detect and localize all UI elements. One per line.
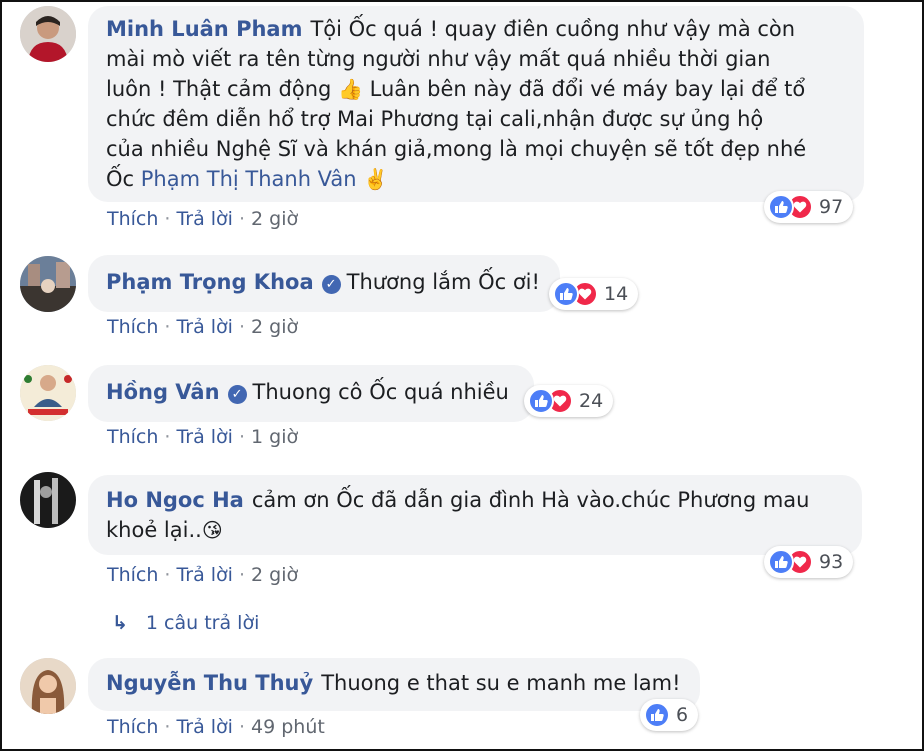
verified-badge-icon: ✓ — [227, 385, 247, 404]
comment-bubble: Hồng Vân ✓ Thuong cô Ốc quá nhiều — [88, 365, 534, 422]
comment-author[interactable]: Nguyễn Thu Thuỷ — [106, 671, 313, 695]
separator: · — [164, 208, 171, 230]
reply-link[interactable]: Trả lời — [176, 316, 233, 338]
like-link[interactable]: Thích — [107, 564, 158, 586]
separator: · — [238, 316, 246, 338]
like-link[interactable]: Thích — [107, 208, 158, 230]
comment-author[interactable]: Phạm Trọng Khoa — [106, 270, 314, 294]
separator: · — [238, 208, 246, 230]
comment-bubble: Phạm Trọng Khoa ✓ Thương lắm Ốc ơi! — [88, 255, 560, 312]
comment-time[interactable]: 2 giờ — [251, 564, 298, 586]
avatar[interactable] — [20, 658, 76, 714]
like-reaction-icon — [768, 194, 794, 220]
comment-actions: Thích · Trả lời · 1 giờ — [107, 426, 298, 448]
comment-time[interactable]: 2 giờ — [251, 208, 298, 230]
comment-author[interactable]: Hồng Vân — [106, 380, 220, 404]
comment-text: Thương lắm Ốc ơi! — [346, 270, 540, 294]
reply-link[interactable]: Trả lời — [176, 426, 233, 448]
replies-count-label: 1 câu trả lời — [145, 612, 260, 634]
comment-text: chức đêm diễn hổ trợ Mai Phương tại cali… — [106, 107, 764, 131]
separator: · — [238, 564, 246, 586]
like-link[interactable]: Thích — [107, 426, 158, 448]
comment-author[interactable]: Minh Luân Pham — [106, 17, 302, 41]
separator: · — [164, 716, 171, 738]
comment-text: khoẻ lại.. — [106, 518, 202, 542]
comment-time[interactable]: 49 phút — [251, 716, 325, 738]
reaction-count: 6 — [676, 704, 689, 726]
verified-badge-icon: ✓ — [321, 275, 341, 294]
like-reaction-icon — [553, 281, 579, 307]
comment-author[interactable]: Ho Ngoc Ha — [106, 488, 244, 512]
avatar[interactable] — [20, 365, 76, 421]
victory-hand-emoji-icon: ✌️ — [363, 167, 389, 191]
separator: · — [164, 564, 171, 586]
thumbs-up-emoji-icon: 👍 — [338, 77, 363, 101]
like-link[interactable]: Thích — [107, 716, 158, 738]
reaction-count: 14 — [604, 283, 629, 305]
separator: · — [164, 426, 171, 448]
comment-bubble: Nguyễn Thu Thuỷ Thuong e that su e manh m… — [88, 658, 700, 711]
reply-link[interactable]: Trả lời — [176, 716, 233, 738]
comment-actions: Thích · Trả lời · 2 giờ — [107, 564, 298, 586]
comment-time[interactable]: 2 giờ — [251, 316, 298, 338]
comment-text: Ốc — [106, 167, 135, 191]
comment-text: của nhiều Nghệ Sĩ và khán giả,mong là mọ… — [106, 137, 807, 161]
kissing-face-emoji-icon: 😘 — [201, 518, 223, 542]
comment-text: Thuong cô Ốc quá nhiều — [252, 380, 509, 404]
comment-text: luôn ! Thật cảm động — [106, 77, 332, 101]
mention-link[interactable]: Phạm Thị Thanh Vân — [141, 167, 357, 191]
reaction-count: 97 — [819, 196, 844, 218]
comment-actions: Thích · Trả lời · 2 giờ — [107, 316, 298, 338]
reply-link[interactable]: Trả lời — [176, 208, 233, 230]
comment-bubble: Minh Luân Pham Tội Ốc quá ! quay điên cuồ… — [88, 6, 864, 202]
like-reaction-icon — [768, 549, 794, 575]
reaction-count: 24 — [579, 390, 604, 412]
reaction-count: 93 — [819, 551, 844, 573]
like-reaction-icon — [644, 702, 670, 728]
comment-actions: Thích · Trả lời · 49 phút — [107, 716, 325, 738]
comment-text: cảm ơn Ốc đã dẫn gia đình Hà vào.chúc Ph… — [251, 488, 810, 512]
comment-text: Tội Ốc quá ! quay điên cuồng như vậy mà … — [310, 17, 796, 41]
reaction-summary[interactable]: 97 — [764, 191, 854, 223]
reaction-summary[interactable]: 14 — [549, 278, 639, 310]
reply-arrow-icon: ↳ — [112, 612, 128, 634]
reaction-summary[interactable]: 24 — [524, 385, 614, 417]
comment-time[interactable]: 1 giờ — [251, 426, 298, 448]
comment-actions: Thích · Trả lời · 2 giờ — [107, 208, 298, 230]
reply-link[interactable]: Trả lời — [176, 564, 233, 586]
view-replies-link[interactable]: ↳ 1 câu trả lời — [112, 612, 259, 634]
comment-bubble: Ho Ngoc Ha cảm ơn Ốc đã dẫn gia đình Hà v… — [88, 475, 862, 555]
comment-text: Thuong e that su e manh me lam! — [321, 671, 681, 695]
comment-text: mài mò viết ra tên từng người như vậy mấ… — [106, 47, 771, 71]
like-reaction-icon — [528, 388, 554, 414]
avatar[interactable] — [20, 256, 76, 312]
comments-panel: Minh Luân Pham Tội Ốc quá ! quay điên cuồ… — [0, 0, 924, 751]
separator: · — [238, 716, 246, 738]
reaction-summary[interactable]: 93 — [764, 546, 854, 578]
separator: · — [238, 426, 246, 448]
avatar[interactable] — [20, 6, 76, 62]
separator: · — [164, 316, 171, 338]
avatar[interactable] — [20, 472, 76, 528]
comment-text: Luân bên này đã đổi vé máy bay lại để tổ — [362, 77, 806, 101]
like-link[interactable]: Thích — [107, 316, 158, 338]
reaction-summary[interactable]: 6 — [640, 699, 699, 731]
